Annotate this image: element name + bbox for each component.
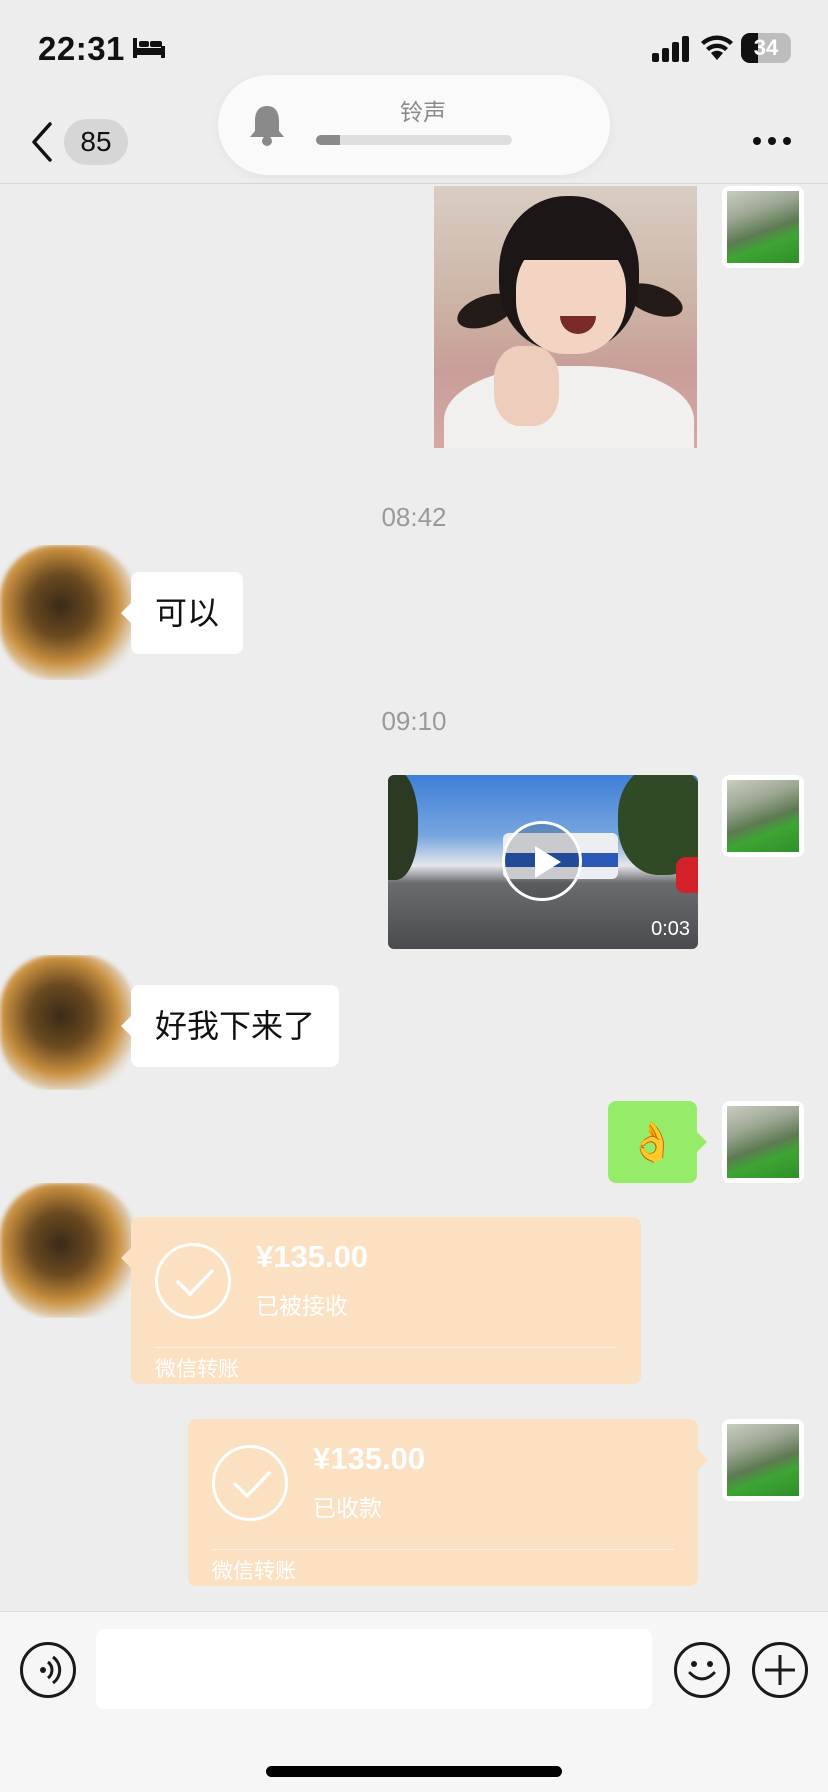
self-avatar[interactable] [722, 1419, 804, 1501]
transfer-footer: 微信转账 [212, 1559, 296, 1583]
transfer-footer: 微信转账 [155, 1357, 239, 1381]
unread-count-badge[interactable]: 85 [64, 119, 128, 165]
self-avatar[interactable] [722, 1101, 804, 1183]
ringtone-label: 铃声 [400, 100, 446, 126]
ringtone-volume-fill [316, 135, 340, 145]
self-avatar[interactable] [722, 775, 804, 857]
battery-icon: 34 [741, 33, 791, 63]
voice-icon[interactable] [20, 1642, 76, 1698]
emoji-icon[interactable] [674, 1642, 730, 1698]
contact-avatar[interactable] [0, 955, 135, 1090]
incoming-message[interactable]: 可以 [120, 572, 244, 654]
outgoing-message[interactable]: 👌 [608, 1101, 707, 1183]
plus-icon[interactable] [752, 1642, 808, 1698]
message-timestamp: 09:10 [381, 706, 447, 736]
home-indicator[interactable] [266, 1766, 562, 1777]
wifi-icon [701, 35, 733, 60]
back-chevron-icon[interactable] [28, 120, 56, 164]
transfer-status: 已收款 [313, 1496, 382, 1522]
cellular-signal-icon [652, 36, 689, 62]
transfer-card[interactable]: ¥135.00 已被接收 微信转账 [121, 1217, 641, 1384]
check-circle-icon [212, 1445, 288, 1521]
contact-avatar[interactable] [0, 1183, 135, 1318]
contact-avatar[interactable] [0, 545, 135, 680]
transfer-card[interactable]: ¥135.00 已收款 微信转账 [188, 1419, 708, 1586]
check-circle-icon [155, 1243, 231, 1319]
battery-percent: 34 [753, 35, 779, 60]
ringtone-volume-hud: 铃声 [218, 75, 610, 175]
transfer-amount: ¥135.00 [256, 1239, 369, 1274]
self-avatar[interactable] [722, 186, 804, 268]
image-message[interactable] [434, 186, 697, 448]
video-message[interactable]: 0:03 [388, 775, 698, 949]
play-icon[interactable] [502, 821, 582, 901]
message-timestamp: 08:42 [381, 502, 447, 532]
incoming-message[interactable]: 好我下来了 [120, 985, 340, 1067]
bed-icon [133, 38, 165, 58]
status-time: 22:31 [38, 30, 125, 67]
video-duration: 0:03 [651, 918, 690, 940]
more-icon[interactable] [752, 136, 792, 146]
message-input-bar [0, 1611, 828, 1792]
transfer-status: 已被接收 [256, 1294, 348, 1320]
message-input[interactable] [96, 1629, 652, 1709]
transfer-amount: ¥135.00 [313, 1441, 426, 1476]
ringtone-volume-track [316, 135, 512, 145]
